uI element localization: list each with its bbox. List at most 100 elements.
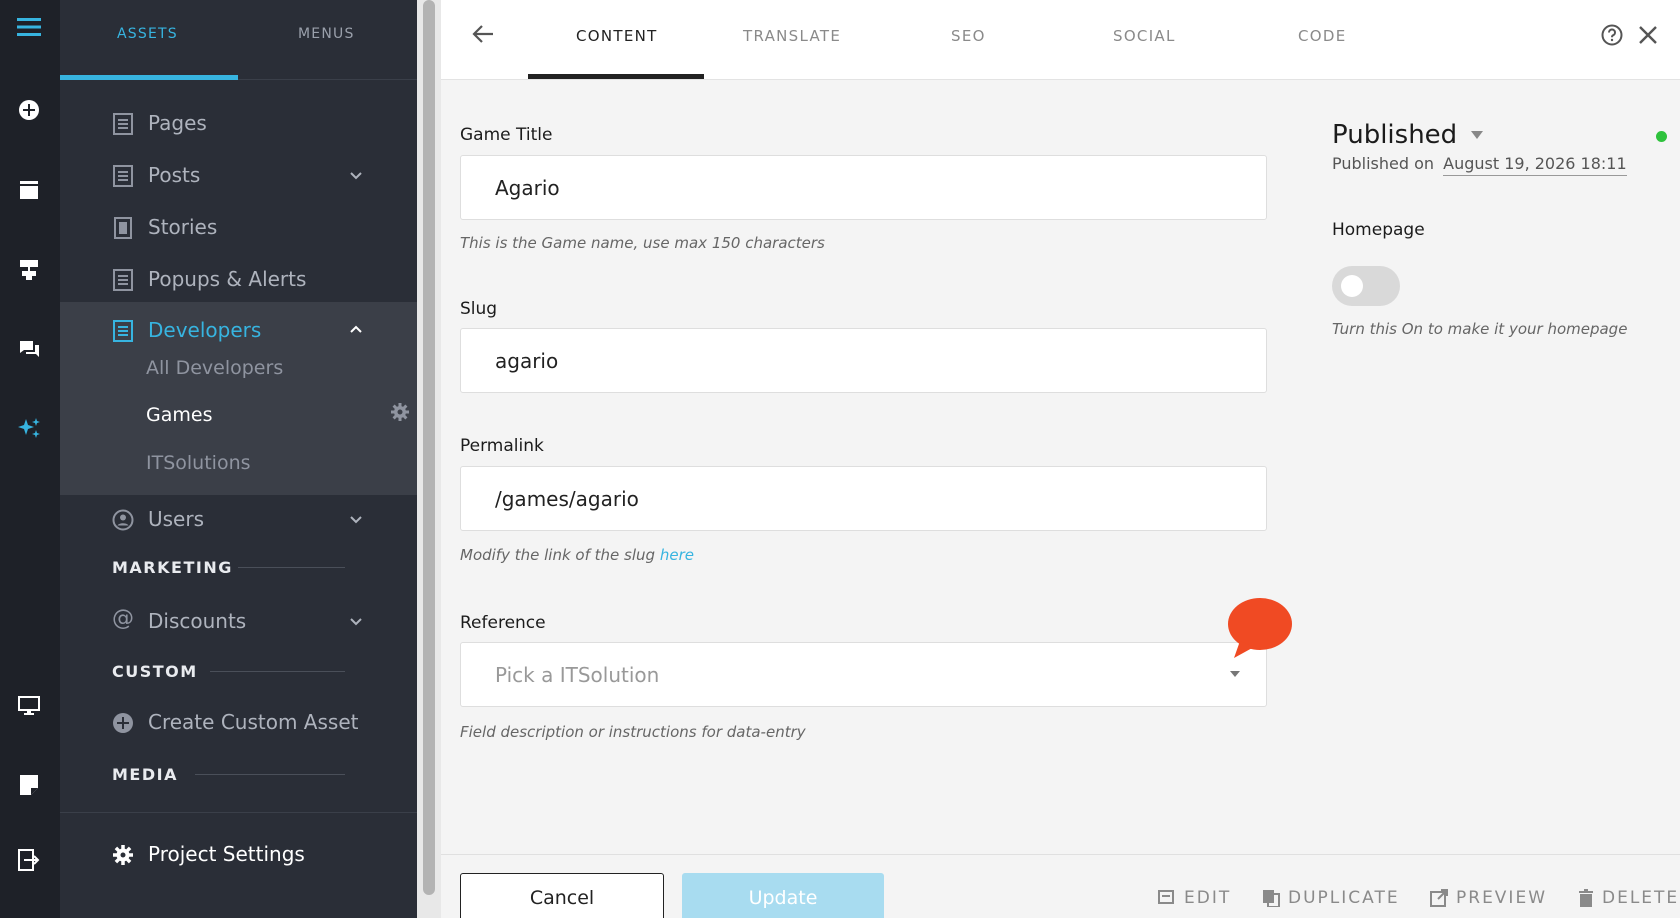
chevron-down-icon[interactable] bbox=[347, 510, 365, 528]
published-on-date[interactable]: August 19, 2026 18:11 bbox=[1443, 154, 1627, 176]
sidebar-item-posts[interactable]: Posts bbox=[60, 150, 417, 202]
close-icon[interactable] bbox=[1637, 24, 1659, 46]
sidebar-item-project-settings[interactable]: Project Settings bbox=[60, 829, 417, 881]
user-icon bbox=[112, 509, 134, 531]
page-icon bbox=[113, 113, 133, 135]
sidebar-item-pages[interactable]: Pages bbox=[60, 98, 417, 150]
section-divider bbox=[238, 567, 345, 568]
plus-circle-icon bbox=[113, 713, 133, 733]
icon-rail bbox=[0, 0, 60, 918]
homepage-toggle[interactable] bbox=[1332, 266, 1400, 306]
reference-placeholder: Pick a ITSolution bbox=[495, 662, 660, 687]
update-button[interactable]: Update bbox=[682, 873, 884, 918]
post-icon bbox=[113, 165, 133, 187]
tab-translate[interactable]: TRANSLATE bbox=[743, 27, 841, 45]
sparkle-icon[interactable] bbox=[14, 413, 44, 443]
sidebar-item-label: Create Custom Asset bbox=[148, 710, 359, 734]
sidebar-subitem-all-developers[interactable]: All Developers bbox=[146, 357, 283, 379]
sidebar-item-label: Stories bbox=[148, 215, 218, 239]
structure-icon[interactable] bbox=[14, 255, 44, 285]
published-on: Published on August 19, 2026 18:11 bbox=[1332, 154, 1627, 176]
permalink-label: Permalink bbox=[460, 436, 544, 456]
gear-icon[interactable] bbox=[390, 402, 410, 422]
active-tab-underline bbox=[60, 75, 238, 80]
back-arrow-icon[interactable] bbox=[471, 23, 495, 45]
chevron-down-icon[interactable] bbox=[347, 166, 365, 184]
reference-label: Reference bbox=[460, 613, 546, 633]
sidebar: ASSETS MENUS Pages Posts Stories Popups … bbox=[60, 0, 417, 918]
section-custom: CUSTOM bbox=[112, 662, 198, 681]
note-icon[interactable] bbox=[14, 770, 44, 800]
logout-icon[interactable] bbox=[14, 845, 44, 875]
status-label: Published bbox=[1332, 120, 1458, 150]
reference-select[interactable]: Pick a ITSolution bbox=[460, 642, 1267, 707]
duplicate-icon bbox=[1263, 890, 1280, 907]
tab-social[interactable]: SOCIAL bbox=[1113, 27, 1176, 45]
chevron-down-icon bbox=[1471, 131, 1484, 139]
homepage-label: Homepage bbox=[1332, 220, 1425, 240]
preview-action[interactable]: PREVIEW bbox=[1430, 888, 1547, 908]
menu-icon[interactable] bbox=[14, 12, 44, 42]
sidebar-item-users[interactable]: Users bbox=[60, 494, 417, 546]
permalink-input[interactable]: /games/agario bbox=[460, 466, 1267, 531]
permalink-help-text: Modify the link of the slug bbox=[460, 546, 656, 564]
settings-icon bbox=[113, 845, 133, 865]
story-icon bbox=[114, 217, 132, 239]
duplicate-action[interactable]: DUPLICATE bbox=[1262, 888, 1400, 908]
sidebar-item-label: Popups & Alerts bbox=[148, 267, 307, 291]
sidebar-item-stories[interactable]: Stories bbox=[60, 202, 417, 254]
tab-content[interactable]: CONTENT bbox=[576, 27, 658, 45]
preview-label: PREVIEW bbox=[1456, 888, 1547, 908]
chevron-up-icon[interactable] bbox=[347, 321, 365, 339]
sidebar-subitem-games[interactable]: Games bbox=[146, 404, 212, 426]
edit-icon bbox=[1158, 890, 1174, 904]
game-title-help: This is the Game name, use max 150 chara… bbox=[460, 234, 825, 252]
slug-value: agario bbox=[495, 348, 559, 373]
permalink-help: Modify the link of the slug here bbox=[460, 546, 694, 564]
sidebar-item-discounts[interactable]: @ Discounts bbox=[60, 596, 417, 648]
status-dropdown[interactable]: Published bbox=[1332, 120, 1484, 150]
help-icon[interactable] bbox=[1601, 24, 1623, 46]
tab-assets[interactable]: ASSETS bbox=[117, 26, 178, 42]
dropdown-caret-icon bbox=[1230, 671, 1240, 677]
active-tab-underline bbox=[528, 74, 704, 79]
edit-label: EDIT bbox=[1184, 888, 1232, 908]
sidebar-item-label: Project Settings bbox=[148, 842, 305, 866]
homepage-help: Turn this On to make it your homepage bbox=[1332, 320, 1628, 338]
monitor-icon[interactable] bbox=[14, 691, 44, 721]
sidebar-item-popups[interactable]: Popups & Alerts bbox=[60, 254, 417, 306]
comments-icon[interactable] bbox=[14, 335, 44, 365]
duplicate-label: DUPLICATE bbox=[1288, 888, 1400, 908]
status-indicator bbox=[1656, 131, 1667, 142]
cancel-button[interactable]: Cancel bbox=[460, 873, 664, 918]
edit-action[interactable]: EDIT bbox=[1158, 888, 1231, 908]
sidebar-subitem-itsolutions[interactable]: ITSolutions bbox=[146, 452, 251, 474]
chevron-down-icon[interactable] bbox=[347, 612, 365, 630]
published-on-prefix: Published on bbox=[1332, 154, 1435, 173]
sidebar-item-label: Discounts bbox=[148, 609, 247, 633]
game-title-input[interactable]: Agario bbox=[460, 155, 1267, 220]
sidebar-item-label: Users bbox=[148, 507, 205, 531]
delete-action[interactable]: DELETE bbox=[1578, 888, 1679, 908]
delete-label: DELETE bbox=[1602, 888, 1680, 908]
slug-here-link[interactable]: here bbox=[660, 546, 694, 564]
sidebar-item-create-custom-asset[interactable]: Create Custom Asset bbox=[60, 697, 417, 749]
sidebar-tabs: ASSETS MENUS bbox=[60, 0, 417, 80]
game-title-label: Game Title bbox=[460, 125, 553, 145]
add-icon[interactable] bbox=[14, 95, 44, 125]
chat-bubble-icon[interactable] bbox=[1226, 597, 1292, 659]
scrollbar-thumb[interactable] bbox=[423, 0, 435, 895]
sidebar-item-developers[interactable]: Developers bbox=[60, 305, 417, 357]
toggle-knob bbox=[1341, 275, 1363, 297]
sidebar-item-label: Posts bbox=[148, 163, 201, 187]
tab-menus[interactable]: MENUS bbox=[298, 26, 355, 42]
at-icon: @ bbox=[112, 606, 134, 631]
slug-input[interactable]: agario bbox=[460, 328, 1267, 393]
tab-code[interactable]: CODE bbox=[1298, 27, 1347, 45]
section-divider bbox=[195, 774, 345, 775]
assets-icon[interactable] bbox=[14, 175, 44, 205]
section-divider bbox=[210, 671, 345, 672]
tab-seo[interactable]: SEO bbox=[951, 27, 986, 45]
permalink-value: /games/agario bbox=[495, 486, 639, 511]
slug-label: Slug bbox=[460, 299, 498, 319]
